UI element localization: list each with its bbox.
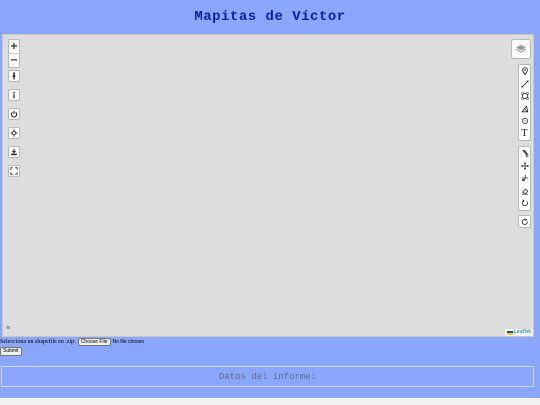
circle-arrow-icon xyxy=(521,217,528,225)
rotate-icon xyxy=(521,199,528,207)
eraser-icon xyxy=(521,188,528,195)
zoom-in-button[interactable]: + xyxy=(9,40,19,53)
circle-icon xyxy=(521,118,528,125)
split-layer-button[interactable] xyxy=(519,172,530,185)
edit-toolbar xyxy=(518,146,531,211)
attribution-link[interactable]: Leaflet xyxy=(514,329,531,336)
layers-control[interactable] xyxy=(511,39,531,59)
draw-marker-button[interactable] xyxy=(519,65,530,78)
reset-rotation-button[interactable] xyxy=(518,215,531,228)
scissors-icon xyxy=(521,175,528,182)
choose-file-button[interactable]: Choose File xyxy=(77,338,111,346)
rotate-layer-button[interactable] xyxy=(519,197,530,210)
page-header: Mapitas de Víctor xyxy=(0,0,540,33)
bottom-strip xyxy=(0,398,540,405)
draw-toolbar: T xyxy=(518,64,531,141)
submit-button[interactable]: Submit xyxy=(0,347,22,356)
cut-layer-button[interactable] xyxy=(519,147,530,160)
polygon-icon xyxy=(520,105,528,112)
report-panel: Datos del informe: xyxy=(1,366,534,387)
text-icon: T xyxy=(521,128,528,139)
draw-text-button[interactable]: T xyxy=(519,128,530,141)
street-view-button[interactable] xyxy=(8,70,20,82)
draw-circle-button[interactable] xyxy=(519,115,530,128)
marker-icon xyxy=(521,67,528,76)
erase-layer-button[interactable] xyxy=(519,185,530,198)
map-container[interactable]: + − T ≡ Leaflet xyxy=(2,34,534,337)
download-button[interactable] xyxy=(8,146,20,158)
shapefile-upload-row: Selecciona un shapefile en .zip: Choose … xyxy=(0,338,144,346)
report-title: Datos del informe: xyxy=(218,371,317,382)
zoom-out-button[interactable]: − xyxy=(9,53,19,67)
draw-polyline-button[interactable] xyxy=(519,78,530,91)
info-icon xyxy=(13,91,15,99)
person-icon xyxy=(12,72,16,80)
crosshair-icon xyxy=(10,129,18,137)
upload-label: Selecciona un shapefile en .zip: xyxy=(0,339,76,345)
ukraine-flag-icon xyxy=(506,330,513,335)
move-layer-button[interactable] xyxy=(519,160,530,173)
polyline-icon xyxy=(520,80,529,88)
draw-polygon-button[interactable] xyxy=(519,103,530,116)
download-icon xyxy=(11,148,17,156)
cut-icon xyxy=(521,149,528,158)
fullscreen-button[interactable] xyxy=(8,165,20,177)
locate-button[interactable] xyxy=(8,127,20,139)
rectangle-icon xyxy=(520,92,529,100)
fullscreen-icon xyxy=(10,167,18,175)
layers-icon xyxy=(515,44,527,53)
scale-indicator: ≡ xyxy=(6,325,11,331)
map-attribution[interactable]: Leaflet xyxy=(504,329,533,336)
power-icon xyxy=(10,110,18,118)
power-button[interactable] xyxy=(8,108,20,120)
info-button[interactable] xyxy=(8,89,20,101)
file-status: No file chosen xyxy=(112,339,145,345)
page-title: Mapitas de Víctor xyxy=(194,8,346,25)
zoom-control: + − xyxy=(8,39,20,68)
draw-rectangle-button[interactable] xyxy=(519,90,530,103)
move-icon xyxy=(520,161,529,170)
